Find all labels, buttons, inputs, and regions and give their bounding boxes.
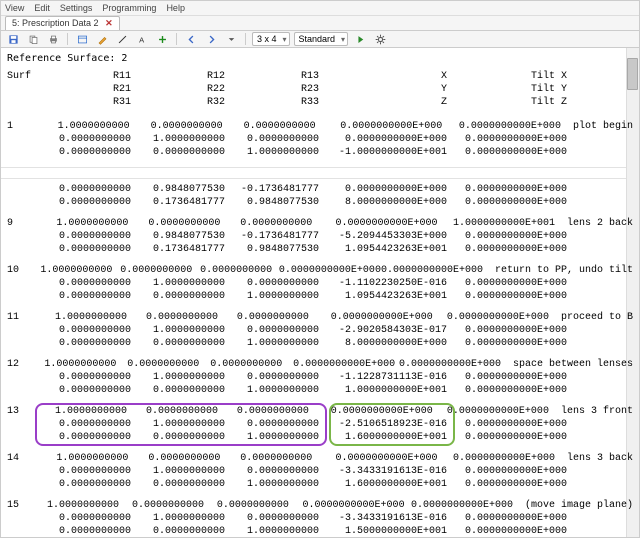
menu-settings[interactable]: Settings: [60, 3, 93, 13]
toolbar: A 3 x 4 Standard: [1, 31, 639, 48]
line-icon[interactable]: [114, 31, 130, 47]
menu-view[interactable]: View: [5, 3, 24, 13]
separator: [67, 33, 68, 45]
window-icon[interactable]: [74, 31, 90, 47]
surface-row: 101.00000000000.00000000000.00000000000.…: [7, 264, 633, 303]
pencil-icon[interactable]: [94, 31, 110, 47]
text-a-icon[interactable]: A: [134, 31, 150, 47]
plus-icon[interactable]: [154, 31, 170, 47]
reference-line: Reference Surface: 2: [1, 48, 639, 70]
content-area: Reference Surface: 2 SurfR11R12R13XTilt …: [1, 48, 639, 538]
data-rows-top: 11.00000000000.00000000000.00000000000.0…: [1, 120, 639, 159]
grid-combo-label: 3 x 4: [257, 34, 277, 44]
surface-row: 91.00000000000.00000000000.00000000000.0…: [7, 217, 633, 256]
menubar: View Edit Settings Programming Help: [1, 1, 639, 16]
tab-label: 5: Prescription Data 2: [12, 18, 99, 28]
menu-programming[interactable]: Programming: [102, 3, 156, 13]
surface-row: 121.00000000000.00000000000.00000000000.…: [7, 358, 633, 397]
surface-row: 141.00000000000.00000000000.00000000000.…: [7, 452, 633, 491]
play-icon[interactable]: [352, 31, 368, 47]
dropdown-icon[interactable]: [223, 31, 239, 47]
forward-icon[interactable]: [203, 31, 219, 47]
surface-row: 111.00000000000.00000000000.00000000000.…: [7, 311, 633, 350]
close-icon[interactable]: ✕: [105, 18, 113, 28]
gear-icon[interactable]: [372, 31, 388, 47]
style-combo[interactable]: Standard: [294, 32, 349, 46]
data-rows-fragment: 0.00000000000.9848077530-0.17364817770.0…: [1, 183, 639, 209]
section-gap: [1, 167, 639, 179]
tab-bar: 5: Prescription Data 2 ✕: [1, 16, 639, 31]
style-combo-label: Standard: [299, 34, 336, 44]
copy-icon[interactable]: [25, 31, 41, 47]
app-window: View Edit Settings Programming Help 5: Presc…: [0, 0, 640, 538]
save-icon[interactable]: [5, 31, 21, 47]
surface-row: 131.00000000000.00000000000.00000000000.…: [7, 405, 633, 444]
print-icon[interactable]: [45, 31, 61, 47]
data-rows-main: 91.00000000000.00000000000.00000000000.0…: [1, 217, 639, 538]
surface-row: 11.00000000000.00000000000.00000000000.0…: [7, 120, 633, 159]
menu-edit[interactable]: Edit: [34, 3, 50, 13]
surface-row: 0.00000000000.9848077530-0.17364817770.0…: [7, 183, 633, 209]
grid-combo[interactable]: 3 x 4: [252, 32, 290, 46]
separator: [176, 33, 177, 45]
surface-row: 151.00000000000.00000000000.00000000000.…: [7, 499, 633, 538]
separator: [245, 33, 246, 45]
column-headers: SurfR11R12R13XTilt XR21R22R23YTilt YR31R…: [1, 70, 639, 110]
tab-prescription-data[interactable]: 5: Prescription Data 2 ✕: [5, 16, 120, 30]
menu-help[interactable]: Help: [166, 3, 185, 13]
svg-text:A: A: [139, 35, 145, 44]
back-icon[interactable]: [183, 31, 199, 47]
